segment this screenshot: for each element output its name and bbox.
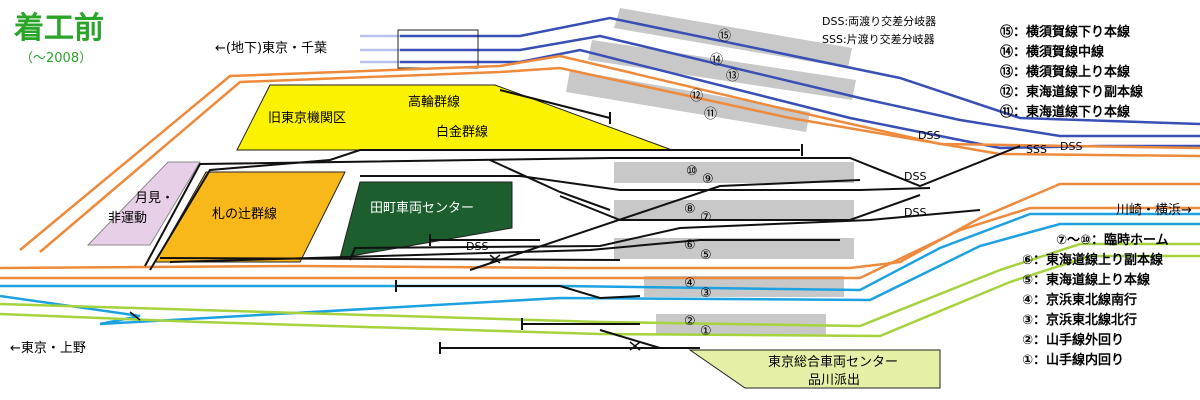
- legend-item: ⑬：横須賀線上り本線: [1000, 64, 1131, 80]
- track-9: ⑨: [702, 172, 714, 187]
- direction-ueno: ←東京・上野: [10, 340, 86, 356]
- dss-legend: DSS:両渡り交差分岐器: [822, 14, 936, 28]
- track-layout-svg: 着工前 （～2008） ←(地下)東京・千葉 川崎・横浜→ ←東京・上野 DSS…: [0, 8, 1200, 389]
- direction-kawasaki: 川崎・横浜→: [1116, 203, 1192, 218]
- track-10: ⑩: [686, 164, 698, 179]
- shirogane-label: 白金群線: [436, 124, 488, 140]
- yokosuka-underground: [360, 34, 400, 64]
- dss-mark-5: DSS: [466, 240, 488, 253]
- tokyo-sogo-label-1: 東京総合車両センター: [768, 354, 898, 370]
- legend-item: ⑤：東海道線上り本線: [1022, 272, 1151, 288]
- tamachi-label: 田町車両センター: [370, 201, 474, 216]
- legend-item: ③：京浜東北線北行: [1022, 312, 1137, 328]
- track-6: ⑥: [684, 238, 696, 253]
- takanawa-label: 高輪群線: [408, 94, 460, 110]
- switch-crosses: [129, 254, 641, 351]
- kyu-tokyo-label: 旧東京機関区: [268, 110, 346, 126]
- track-4: ④: [684, 276, 696, 291]
- legend-item: ②：山手線外回り: [1022, 332, 1124, 348]
- track-12: ⑫: [690, 89, 703, 104]
- track-2: ②: [684, 314, 696, 329]
- tokyo-sogo-label-2: 品川派出: [808, 373, 860, 388]
- dss-mark-3: DSS: [904, 170, 926, 183]
- tsukimi-label-1: 月見・: [135, 191, 174, 206]
- track-1: ①: [700, 324, 712, 339]
- tsukimi-label-2: 非運動: [108, 211, 147, 226]
- fudanotsuji-label: 札の辻群線: [212, 206, 277, 222]
- track-5: ⑤: [700, 248, 712, 263]
- platform-10-9: [614, 162, 854, 183]
- platform-6-5: [614, 238, 854, 259]
- track-3: ③: [700, 286, 712, 301]
- legend-item: ④：京浜東北線南行: [1022, 292, 1137, 308]
- legend-item: ⑭：横須賀線中線: [1000, 44, 1105, 60]
- track-15: ⑮: [718, 29, 731, 44]
- legend-item: ⑦～⑩：臨時ホーム: [1056, 232, 1169, 248]
- legend-item: ①：山手線内回り: [1022, 352, 1124, 368]
- track-7: ⑦: [700, 210, 712, 225]
- diagram-title: 着工前: [14, 11, 104, 46]
- legend-item: ⑮：横須賀線下り本線: [1000, 24, 1131, 40]
- direction-chika: ←(地下)東京・千葉: [215, 40, 327, 56]
- diagram-subtitle: （～2008）: [20, 51, 92, 66]
- dss-mark-1: DSS: [918, 129, 940, 142]
- legend-item: ⑫：東海道線下り副本線: [1000, 84, 1144, 100]
- line-legend: ⑮：横須賀線下り本線 ⑭：横須賀線中線 ⑬：横須賀線上り本線 ⑫：東海道線下り副…: [1000, 24, 1169, 368]
- track-13: ⑬: [726, 69, 739, 84]
- sss-legend: SSS:片渡り交差分岐器: [822, 32, 935, 46]
- legend-item: ⑥：東海道線上り副本線: [1022, 252, 1164, 268]
- track-11: ⑪: [704, 107, 717, 122]
- track-8: ⑧: [684, 202, 696, 217]
- sss-mark: SSS: [1026, 143, 1047, 156]
- track-diagram: 着工前 （～2008） ←(地下)東京・千葉 川崎・横浜→ ←東京・上野 DSS…: [0, 0, 1200, 400]
- dss-mark-4: DSS: [904, 206, 926, 219]
- dss-mark-2: DSS: [1060, 140, 1082, 153]
- track-14: ⑭: [710, 53, 723, 68]
- legend-item: ⑪：東海道線下り本線: [1000, 104, 1131, 120]
